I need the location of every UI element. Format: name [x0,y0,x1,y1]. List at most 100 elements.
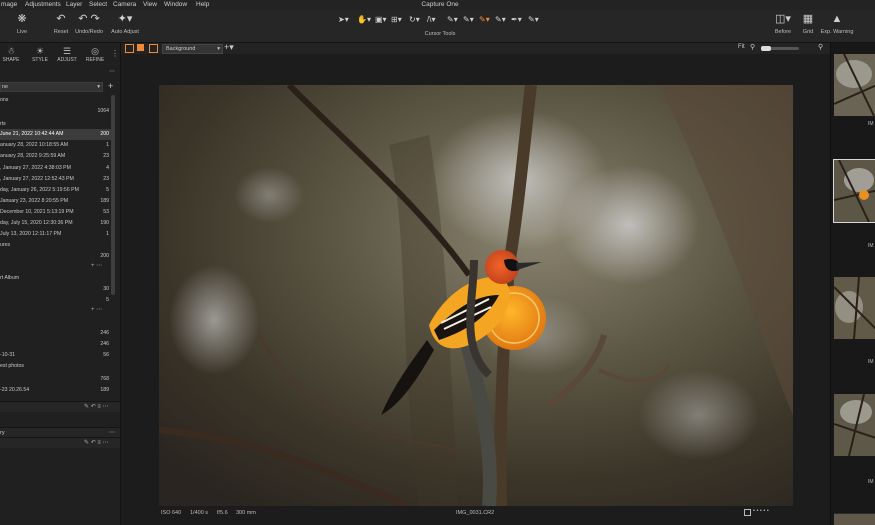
spot-brush-icon[interactable]: ✎▾ [447,15,458,24]
single-view-icon[interactable] [125,44,134,53]
list-item[interactable]: 5 [0,295,111,306]
list-item[interactable]: ons [0,95,111,106]
variant-select[interactable]: Background ▾ [162,44,223,54]
shutter-value: 1/400 s [190,510,209,516]
menu-adjustments[interactable]: Adjustments [25,1,61,8]
thumbnail[interactable] [834,54,875,116]
rotate-icon[interactable]: ↻▾ [409,15,420,24]
list-item[interactable]: est photos [0,361,111,372]
draw-mask-icon[interactable]: ✎▾ [463,15,474,24]
add-layer-icon[interactable]: +▾ [224,42,234,53]
filmstrip: IM IM IM IM [830,43,875,525]
list-item[interactable]: , January 27, 2022 4:38:03 PM 4 [0,163,111,174]
main-photo[interactable] [159,85,793,506]
list-item[interactable]: -10-31 56 [0,350,111,361]
gradient-mask-icon[interactable]: ✎▾ [495,15,506,24]
thumbnail[interactable] [834,394,875,456]
tool-section-header[interactable]: ✎ ↶ ≡ ⋯ [0,401,120,412]
live-button[interactable]: ❋ Live [12,13,32,35]
section-tools-icon[interactable]: ✎ ↶ ≡ ⋯ [84,402,109,412]
list-item[interactable]: , January 27, 2022 12:52:43 PM 23 [0,174,111,185]
tab-refine[interactable]: ◎ REFINE [84,46,106,63]
cursor-tools-label: Cursor Tools [424,31,456,37]
grid-label: Grid [802,29,814,35]
keystone-icon[interactable]: /\▾ [427,15,435,24]
tab-style[interactable]: ☀ STYLE [30,46,50,63]
list-item[interactable]: day, July 15, 2020 12:30:36 PM 190 [0,218,111,229]
grid-button[interactable]: ▦ Grid [799,13,817,35]
chevron-down-icon: ▾ [97,84,100,90]
iso-value: ISO 640 [161,510,182,516]
list-item[interactable]: anuary 28, 2022 9:25:59 AM 23 [0,151,111,162]
crop-icon[interactable]: ⊞▾ [391,15,402,24]
auto-adjust-button[interactable]: ✦▾ Auto Adjust [107,13,143,35]
warning-icon: ▲ [831,13,843,25]
list-item[interactable]: 200 [0,251,111,262]
add-smart-album-icon[interactable]: + ⋯ [91,306,102,313]
reset-button[interactable]: ↶ Reset [50,13,72,35]
menu-layer[interactable]: Layer [66,1,82,8]
list-item[interactable]: 1064 [0,106,111,117]
section-tools-icon[interactable]: ✎ ↶ ≡ ⋯ [84,438,109,448]
zoom-in-icon[interactable]: ⚲ [818,43,823,51]
tool-section-header[interactable]: ✎ ↶ ≡ ⋯ [0,437,120,448]
select-cursor-icon[interactable]: ➤▾ [338,15,349,24]
compare-icon[interactable] [149,44,158,53]
thumbnail[interactable] [834,277,875,339]
collections-scrollbar[interactable] [111,95,115,295]
thumb-filename: IM [868,121,874,127]
list-item[interactable]: 246 [0,328,111,339]
focal-length-value: 300 mm [236,510,256,516]
list-item[interactable]: 246 [0,339,111,350]
crop-frame-icon[interactable] [744,509,751,516]
loupe-icon[interactable]: ▣▾ [375,15,387,24]
collection-select[interactable]: ne ▾ [0,82,103,92]
zoom-fit-label[interactable]: Fit [738,44,745,50]
menu-image[interactable]: mage [1,1,17,8]
menu-view[interactable]: View [143,1,157,8]
app-title: Capture One [421,1,459,8]
panel-options-icon[interactable]: ⋯ [109,68,115,75]
list-item-selected[interactable]: June 21, 2022 10:42:44 AM 200 [0,129,111,140]
list-item[interactable]: July 13, 2020 12:11:17 PM 1 [0,229,111,240]
thumbnail-selected[interactable] [833,159,875,223]
undo-redo-button[interactable]: ↶ ↷ Undo/Redo [72,13,106,35]
shape-icon: ☃ [6,46,16,56]
pan-icon[interactable]: ✋▾ [357,15,371,24]
menu-camera[interactable]: Camera [113,1,136,8]
erase-mask-icon[interactable]: ✎▾ [479,15,490,24]
before-after-icon: ◫▾ [775,13,791,25]
list-item[interactable]: 768 [0,374,111,385]
zoom-out-icon[interactable]: ⚲ [750,43,755,51]
menu-help[interactable]: Help [196,1,209,8]
menu-select[interactable]: Select [89,1,107,8]
list-item[interactable]: anuary 28, 2022 10:18:55 AM 1 [0,140,111,151]
zoom-slider[interactable] [761,46,799,51]
list-item[interactable]: ures [0,240,111,251]
exp-warning-button[interactable]: ▲ Exp. Warning [818,13,856,35]
picker-icon[interactable]: ✒▾ [511,15,522,24]
annotate-icon[interactable]: ✎▾ [528,15,539,24]
multi-view-icon[interactable] [137,44,144,51]
list-item[interactable]: January 23, 2022 8:20:55 PM 189 [0,196,111,207]
panel-more-icon[interactable]: ⋮ [111,49,119,58]
tab-shape[interactable]: ☃ SHAPE [2,46,20,63]
list-item[interactable]: day, January 26, 2022 5:19:56 PM 5 [0,185,111,196]
list-item[interactable]: rt Album [0,273,111,284]
image-viewer[interactable]: ISO 640 1/400 s f/5.6 300 mm IMG_0031.CR… [121,54,830,525]
list-item[interactable]: December 10, 2021 5:13:19 PM 53 [0,207,111,218]
list-item[interactable]: 30 [0,284,111,295]
rating-dots[interactable]: • • • • • [753,508,769,514]
thumb-filename: IM [868,479,874,485]
before-label: Before [774,29,792,35]
undo-redo-icon: ↶ ↷ [78,13,100,25]
add-collection-icon[interactable]: + [108,81,113,91]
add-album-icon[interactable]: + ⋯ [91,262,102,269]
chevron-down-icon: ▾ [217,46,220,52]
thumbnail[interactable] [834,513,875,525]
zoom-slider-handle[interactable] [761,46,771,51]
before-button[interactable]: ◫▾ Before [771,13,795,35]
list-item[interactable]: -23 20.26.54 189 [0,385,111,396]
menu-window[interactable]: Window [164,1,187,8]
tab-adjust[interactable]: ☰ ADJUST [55,46,79,63]
